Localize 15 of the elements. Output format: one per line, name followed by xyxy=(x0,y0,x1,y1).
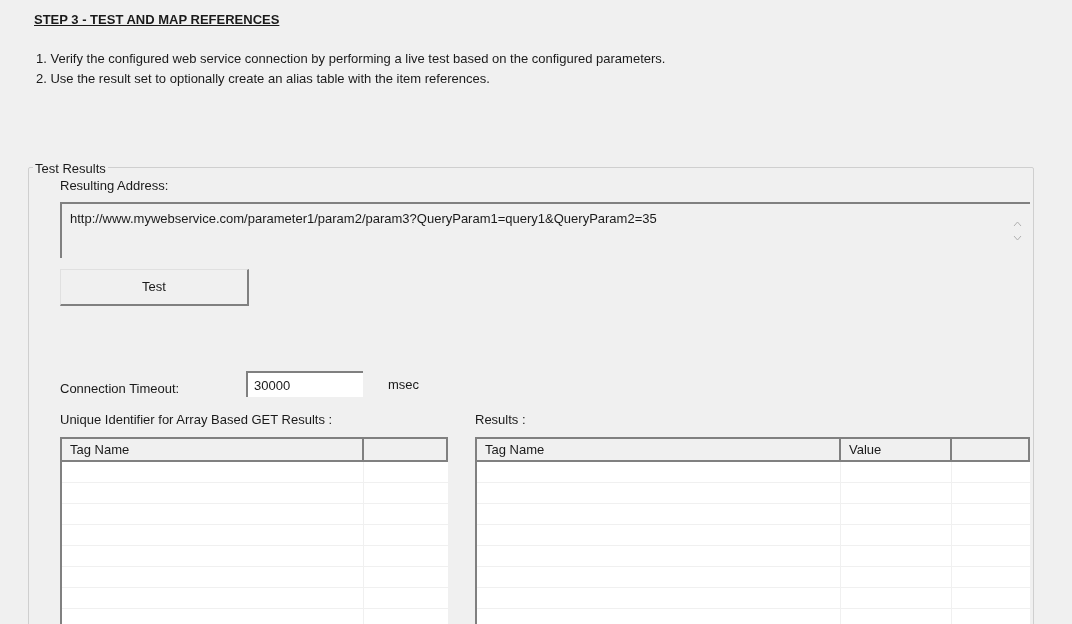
table-label: Results : xyxy=(475,411,526,429)
timeout-field[interactable]: 30000 xyxy=(246,371,363,398)
field-label: Connection Timeout: xyxy=(60,379,181,398)
instruction-text: 2. Use the result set to optionally create an alias table with the item references. xyxy=(36,69,491,88)
field-label: Resulting Address: xyxy=(60,177,169,195)
address-field[interactable]: http://www.mywebservice.com/parameter1/param2/param3?QueryParam1=query1&QueryParam2=35 xyxy=(60,201,1030,258)
scroll-up-icon[interactable] xyxy=(1013,220,1022,227)
instruction-text: 1. Verify the configured web service connection by performing a live test based on the configured parameters. xyxy=(36,49,667,68)
test-button[interactable]: Test xyxy=(60,268,249,306)
table-label: Unique Identifier for Array Based GET Results : xyxy=(60,411,333,429)
scroll-down-icon[interactable] xyxy=(1013,234,1022,241)
column-header[interactable]: Value xyxy=(841,438,952,460)
column-header[interactable]: Tag Name xyxy=(477,438,841,460)
unit-label: msec xyxy=(388,375,420,394)
page-heading: STEP 3 - TEST AND MAP REFERENCES xyxy=(34,11,280,29)
